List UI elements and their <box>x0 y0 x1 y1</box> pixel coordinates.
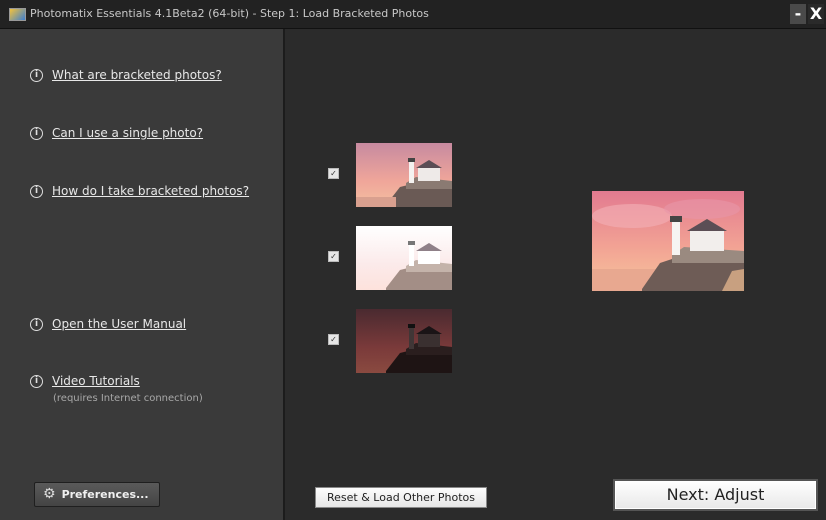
window-title: Photomatix Essentials 4.1Beta2 (64-bit) … <box>30 7 429 20</box>
merged-preview-image <box>592 191 744 291</box>
link-open-user-manual[interactable]: Open the User Manual <box>52 317 186 331</box>
gear-icon: ⚙ <box>43 486 56 502</box>
help-item-single-photo[interactable]: i Can I use a single photo? <box>30 126 203 140</box>
link-take-bracketed-photos[interactable]: How do I take bracketed photos? <box>52 184 249 198</box>
title-bar: Photomatix Essentials 4.1Beta2 (64-bit) … <box>0 0 826 29</box>
info-icon: i <box>30 318 43 331</box>
help-item-user-manual[interactable]: i Open the User Manual <box>30 317 186 331</box>
app-icon <box>9 8 26 21</box>
video-tutorials-note: (requires Internet connection) <box>53 393 203 404</box>
info-icon: i <box>30 185 43 198</box>
photo-3-checkbox[interactable]: ✓ <box>328 334 339 345</box>
photo-2-checkbox[interactable]: ✓ <box>328 251 339 262</box>
info-icon: i <box>30 69 43 82</box>
lighthouse-image <box>356 309 452 373</box>
photo-1-checkbox[interactable]: ✓ <box>328 168 339 179</box>
lighthouse-image <box>592 191 744 291</box>
lighthouse-image <box>356 143 452 207</box>
photo-thumbnail-overexposed[interactable] <box>356 226 452 290</box>
next-adjust-button[interactable]: Next: Adjust <box>613 479 818 511</box>
photo-thumbnail-underexposed[interactable] <box>356 309 452 373</box>
help-item-take-bracketed[interactable]: i How do I take bracketed photos? <box>30 184 249 198</box>
close-button[interactable]: X <box>808 4 824 24</box>
help-item-bracketed-photos[interactable]: i What are bracketed photos? <box>30 68 222 82</box>
link-video-tutorials[interactable]: Video Tutorials <box>52 374 140 388</box>
link-single-photo[interactable]: Can I use a single photo? <box>52 126 203 140</box>
info-icon: i <box>30 375 43 388</box>
help-item-video-tutorials[interactable]: i Video Tutorials <box>30 374 140 388</box>
minimize-button[interactable]: - <box>790 4 806 24</box>
preferences-label: Preferences... <box>61 488 149 501</box>
photo-thumbnail-normal[interactable] <box>356 143 452 207</box>
info-icon: i <box>30 127 43 140</box>
sidebar <box>0 29 283 520</box>
reset-load-other-photos-button[interactable]: Reset & Load Other Photos <box>315 487 487 508</box>
lighthouse-image <box>356 226 452 290</box>
preferences-button[interactable]: ⚙ Preferences... <box>34 482 160 507</box>
link-what-are-bracketed-photos[interactable]: What are bracketed photos? <box>52 68 222 82</box>
